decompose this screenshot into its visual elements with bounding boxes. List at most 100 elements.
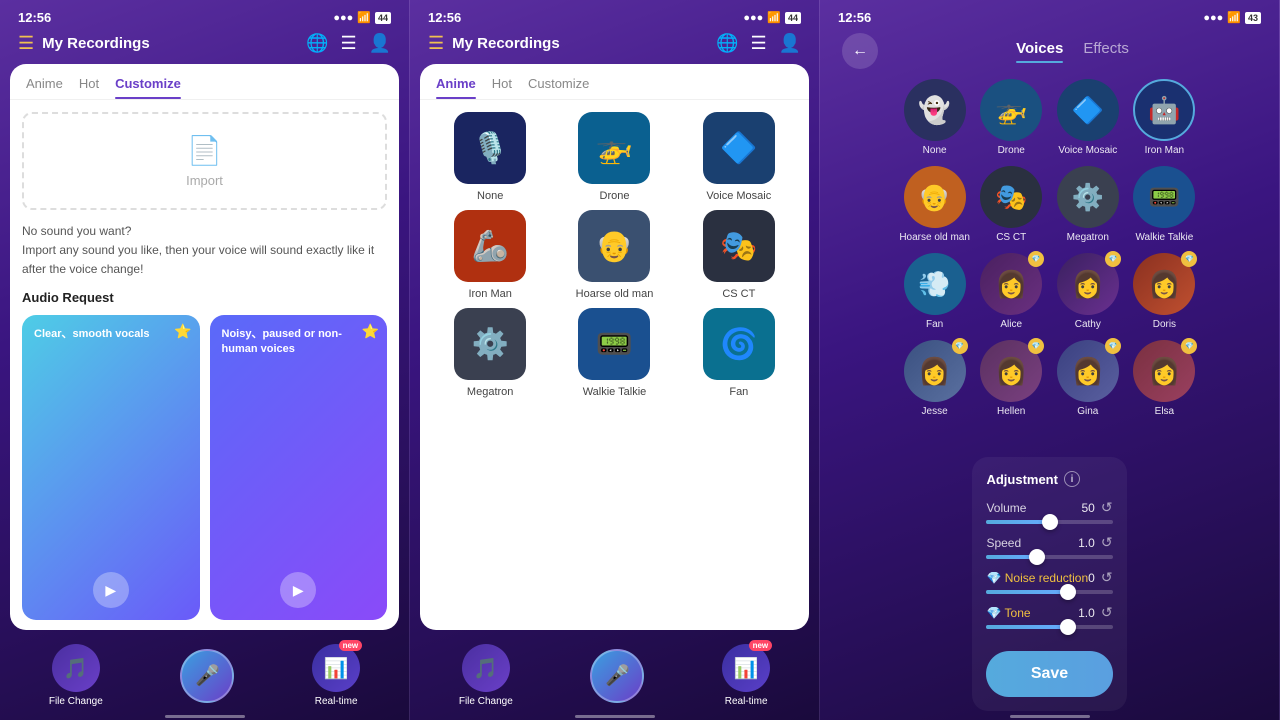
premium-badge-hellen: 💎 (1028, 338, 1044, 354)
speed-thumb[interactable] (1029, 549, 1045, 565)
voice-row-3: 👩💎Jesse 👩💎 Hellen 👩💎Gina👩💎Elsa (899, 340, 1199, 417)
voice-card-cathy[interactable]: 👩💎Cathy (1053, 253, 1124, 330)
voice-card-hoarse[interactable]: 👴Hoarse old man (899, 166, 970, 243)
tab-hot-1[interactable]: Hot (79, 76, 99, 99)
nav-file-change-1[interactable]: 🎵 File Change (49, 644, 103, 707)
voice-avatar-fan: 💨 (904, 253, 966, 315)
tab-hot-2[interactable]: Hot (492, 76, 512, 99)
audio-btn-clear[interactable]: ⭐ Clear、smooth vocals ▶ (22, 315, 200, 620)
voice-scroll: 👻None🚁Drone🔷Voice Mosaic🤖Iron Man 👴Hoarse… (891, 79, 1207, 457)
voice-item-fan[interactable]: 🌀Fan (681, 308, 797, 398)
voice-card-none[interactable]: 👻None (899, 79, 970, 156)
realtime-icon-1: 📊 (312, 644, 360, 692)
voice-item-iron-man[interactable]: 🦾Iron Man (432, 210, 548, 300)
btn2-label: Noisy、paused or non-human voices (222, 327, 376, 358)
voice-card-label-none: None (923, 145, 947, 156)
voice-card-label-doris: Doris (1153, 319, 1176, 330)
play-btn-1[interactable]: ▶ (93, 572, 129, 608)
import-hint: Import any sound you like, then your voi… (22, 241, 387, 279)
user-icon-1[interactable]: 👤 (369, 33, 391, 54)
import-label: Import (186, 173, 223, 188)
file-change-label-1: File Change (49, 696, 103, 707)
status-bar-3: 12:56 ●●● 📶 43 (830, 10, 1269, 25)
speed-track[interactable] (986, 555, 1112, 559)
voice-card-label-voice-mosaic: Voice Mosaic (1058, 145, 1117, 156)
voice-row-2: 💨Fan👩💎Alice👩💎Cathy👩💎Doris (899, 253, 1199, 330)
wifi-icon-2: 📶 (767, 11, 781, 24)
voice-item-walkie-talkie[interactable]: 📟Walkie Talkie (556, 308, 672, 398)
tab-customize-2[interactable]: Customize (528, 76, 589, 99)
info-icon[interactable]: i (1064, 471, 1080, 487)
voice-card-iron-man[interactable]: 🤖Iron Man (1129, 79, 1200, 156)
voice-avatar-cathy: 👩💎 (1057, 253, 1119, 315)
hamburger-icon-2[interactable]: ☰ (428, 33, 444, 54)
status-icons-1: ●●● 📶 44 (333, 11, 391, 24)
voice-card-voice-mosaic[interactable]: 🔷Voice Mosaic (1053, 79, 1124, 156)
voice-card-alice[interactable]: 👩💎Alice (976, 253, 1047, 330)
voice-card-megatron[interactable]: ⚙️Megatron (1053, 166, 1124, 243)
tab-customize-1[interactable]: Customize (115, 76, 181, 99)
tab-anime-2[interactable]: Anime (436, 76, 476, 99)
voice-card-label-jesse: Jesse (922, 406, 948, 417)
voice-card-hellen[interactable]: 👩💎Hellen (976, 340, 1047, 417)
voice-card-gina[interactable]: 👩💎Gina (1053, 340, 1124, 417)
nav-file-change-2[interactable]: 🎵 File Change (459, 644, 513, 707)
premium-badge-cathy: 💎 (1105, 251, 1121, 267)
voice-label-iron-man: Iron Man (468, 288, 511, 300)
no-sound-line1: No sound you want? (22, 222, 387, 241)
list-icon-2[interactable]: ☰ (750, 33, 766, 54)
voice-avatar-walkie: 📟 (1133, 166, 1195, 228)
noise-reset[interactable]: ↺ (1101, 569, 1113, 586)
audio-btn-noisy[interactable]: ⭐ Noisy、paused or non-human voices ▶ (210, 315, 388, 620)
import-icon: 📄 (187, 134, 222, 167)
voice-row-1: 👴Hoarse old man🎭CS CT⚙️Megatron📟Walkie T… (899, 166, 1199, 243)
voice-card-walkie[interactable]: 📟Walkie Talkie (1129, 166, 1200, 243)
voice-card-doris[interactable]: 👩💎Doris (1129, 253, 1200, 330)
list-icon-1[interactable]: ☰ (340, 33, 356, 54)
noise-track[interactable] (986, 590, 1112, 594)
nav-realtime-2[interactable]: new 📊 Real-time (722, 644, 770, 707)
tone-thumb[interactable] (1060, 619, 1076, 635)
speed-reset[interactable]: ↺ (1101, 534, 1113, 551)
nav-realtime-1[interactable]: new 📊 Real-time (312, 644, 360, 707)
app-header-2: ☰ My Recordings 🌐 ☰ 👤 (420, 33, 809, 54)
tone-label-row: 💎 Tone 1.0 ↺ (986, 604, 1112, 621)
tab-anime-1[interactable]: Anime (26, 76, 63, 99)
globe-icon-2[interactable]: 🌐 (716, 33, 738, 54)
volume-thumb[interactable] (1042, 514, 1058, 530)
voice-item-drone[interactable]: 🚁Drone (556, 112, 672, 202)
voice-avatar-gina: 👩💎 (1057, 340, 1119, 402)
tab-effects[interactable]: Effects (1083, 40, 1129, 63)
play-btn-2[interactable]: ▶ (280, 572, 316, 608)
import-area[interactable]: 📄 Import (22, 112, 387, 210)
voice-card-label-hellen: Hellen (997, 406, 1025, 417)
voice-card-elsa[interactable]: 👩💎Elsa (1129, 340, 1200, 417)
voice-card-drone[interactable]: 🚁Drone (976, 79, 1047, 156)
user-icon-2[interactable]: 👤 (779, 33, 801, 54)
voice-item-cs-ct[interactable]: 🎭CS CT (681, 210, 797, 300)
nav-mic-1[interactable]: 🎤 (180, 649, 234, 703)
volume-reset[interactable]: ↺ (1101, 499, 1113, 516)
hamburger-icon-1[interactable]: ☰ (18, 33, 34, 54)
tone-reset[interactable]: ↺ (1101, 604, 1113, 621)
voice-item-voice-mosaic[interactable]: 🔷Voice Mosaic (681, 112, 797, 202)
save-button[interactable]: Save (986, 651, 1112, 697)
new-badge-2: new (749, 640, 773, 651)
voice-box-cs-ct: 🎭 (703, 210, 775, 282)
tab-voices[interactable]: Voices (1016, 40, 1063, 63)
voice-card-fan[interactable]: 💨Fan (899, 253, 970, 330)
globe-icon-1[interactable]: 🌐 (306, 33, 328, 54)
nav-mic-2[interactable]: 🎤 (590, 649, 644, 703)
volume-track[interactable] (986, 520, 1112, 524)
app-title-2: My Recordings (452, 35, 560, 52)
voice-item-none[interactable]: 🎙️None (432, 112, 548, 202)
realtime-icon-2: 📊 (722, 644, 770, 692)
voice-item-megatron[interactable]: ⚙️Megatron (432, 308, 548, 398)
back-button[interactable]: ← (842, 33, 878, 69)
noise-thumb[interactable] (1060, 584, 1076, 600)
voice-item-hoarse[interactable]: 👴Hoarse old man (556, 210, 672, 300)
tone-track[interactable] (986, 625, 1112, 629)
speed-label: Speed (986, 536, 1021, 550)
voice-card-jesse[interactable]: 👩💎Jesse (899, 340, 970, 417)
voice-card-cs-ct[interactable]: 🎭CS CT (976, 166, 1047, 243)
